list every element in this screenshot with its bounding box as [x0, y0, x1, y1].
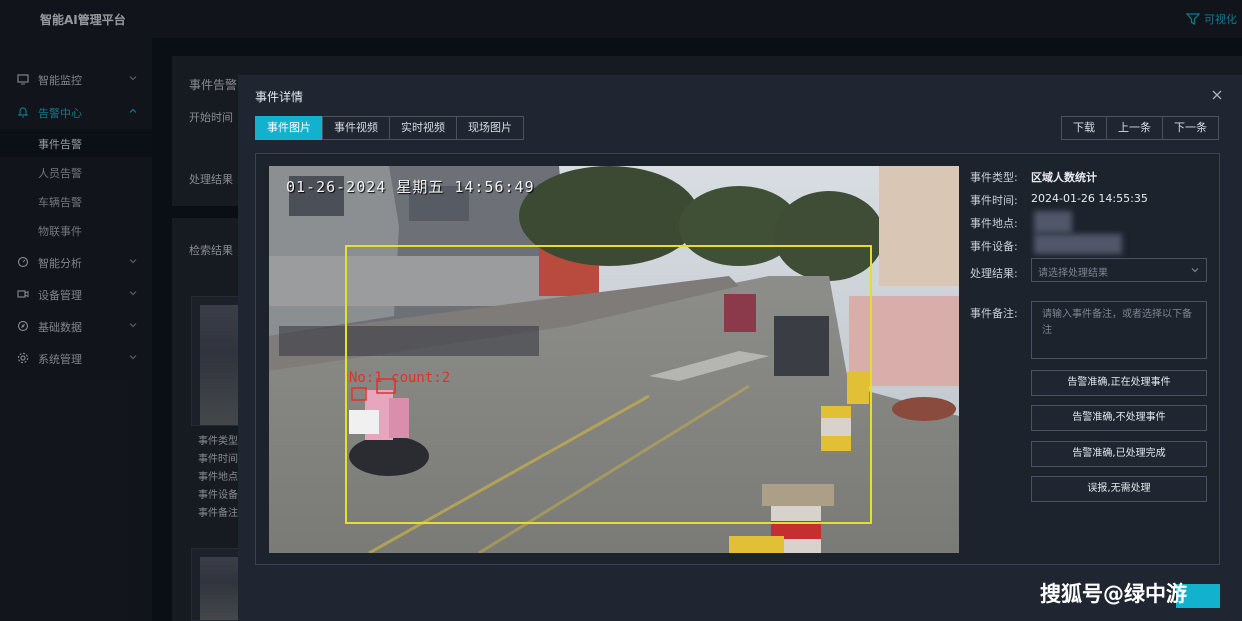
tab-live-video[interactable]: 实时视频 [389, 116, 457, 140]
modal-title: 事件详情 [255, 90, 304, 104]
event-location-label: 事件地点: [970, 217, 1018, 230]
camera-osd-timestamp: 01-26-2024 星期五 14:56:49 [286, 178, 535, 196]
event-location-redacted [1034, 211, 1072, 233]
event-content: 01-26-2024 星期五 14:56:49 No:1 count:2 事件类… [255, 153, 1220, 565]
street-scene [269, 166, 959, 553]
event-time-label: 事件时间: [970, 194, 1018, 207]
previous-button[interactable]: 上一条 [1106, 116, 1163, 140]
event-time-value: 2024-01-26 14:55:35 [1031, 192, 1148, 205]
event-type-label: 事件类型: [970, 171, 1018, 184]
remark-accurate-processing-button[interactable]: 告警准确,正在处理事件 [1031, 370, 1207, 396]
result-select-placeholder: 请选择处理结果 [1038, 268, 1108, 279]
remark-accurate-done-button[interactable]: 告警准确,已处理完成 [1031, 441, 1207, 467]
event-image: 01-26-2024 星期五 14:56:49 No:1 count:2 [269, 166, 959, 553]
remark-accurate-not-processing-button[interactable]: 告警准确,不处理事件 [1031, 405, 1207, 431]
media-tabs: 事件图片 事件视频 实时视频 现场图片 [255, 116, 524, 140]
download-button[interactable]: 下载 [1061, 116, 1107, 140]
tab-event-video[interactable]: 事件视频 [322, 116, 390, 140]
close-icon[interactable] [1210, 88, 1224, 102]
record-actions: 下载 上一条 下一条 [1061, 116, 1219, 140]
remark-false-alarm-button[interactable]: 误报,无需处理 [1031, 476, 1207, 502]
event-type-value: 区域人数统计 [1031, 171, 1097, 184]
next-button[interactable]: 下一条 [1162, 116, 1219, 140]
event-device-label: 事件设备: [970, 240, 1018, 253]
watermark: 搜狐号@绿中游 [1040, 582, 1187, 606]
detection-label: No:1 count:2 [349, 370, 451, 386]
remark-textarea[interactable]: 请输入事件备注，或者选择以下备注 [1031, 301, 1207, 359]
result-label: 处理结果: [970, 267, 1018, 280]
event-device-redacted [1034, 234, 1122, 254]
event-detail-modal: 事件详情 事件图片 事件视频 实时视频 现场图片 下载 上一条 下一条 01-2… [238, 75, 1242, 621]
remark-label: 事件备注: [970, 307, 1018, 320]
tab-scene-image[interactable]: 现场图片 [456, 116, 524, 140]
chevron-down-icon [1191, 268, 1199, 273]
tab-event-image[interactable]: 事件图片 [255, 116, 323, 140]
result-select[interactable]: 请选择处理结果 [1031, 258, 1207, 282]
